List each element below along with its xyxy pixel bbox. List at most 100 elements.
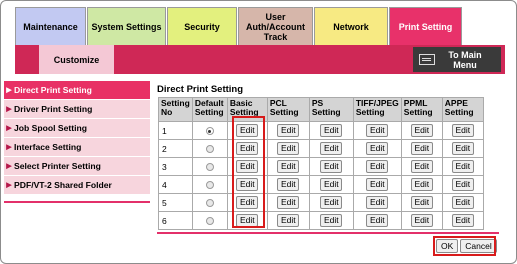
edit-ps-button[interactable]: Edit — [320, 142, 343, 155]
window-frame: Maintenance System Settings Security Use… — [0, 0, 517, 264]
column-header: PCL Setting — [266, 97, 310, 122]
table-row: 2 Edit Edit Edit Edit Edit Edit — [158, 139, 484, 158]
setting-number: 5 — [158, 193, 193, 212]
ps-setting-cell: Edit — [308, 193, 354, 212]
tab-label: System Settings — [91, 21, 162, 32]
ppml-setting-cell: Edit — [400, 139, 443, 158]
edit-pcl-button[interactable]: Edit — [277, 214, 300, 227]
tab-network[interactable]: Network — [314, 7, 388, 45]
column-header: Setting No — [158, 97, 193, 122]
edit-appe-button[interactable]: Edit — [451, 214, 474, 227]
menu-item-driver-print-setting[interactable]: ▶ Driver Print Setting — [4, 100, 150, 119]
edit-pcl-button[interactable]: Edit — [277, 160, 300, 173]
edit-appe-button[interactable]: Edit — [451, 124, 474, 137]
appe-setting-cell: Edit — [441, 175, 484, 194]
tab-print-setting[interactable]: Print Setting — [389, 7, 462, 45]
tab-security[interactable]: Security — [167, 7, 237, 45]
edit-ps-button[interactable]: Edit — [320, 196, 343, 209]
to-main-menu-button[interactable]: To Main Menu — [413, 47, 501, 72]
pcl-setting-cell: Edit — [266, 139, 310, 158]
tab-system-settings[interactable]: System Settings — [87, 7, 166, 45]
tab-label: Print Setting — [398, 21, 453, 32]
edit-tiff-jpeg-button[interactable]: Edit — [366, 214, 389, 227]
default-setting-radio[interactable] — [205, 145, 214, 154]
default-setting-cell — [191, 139, 228, 158]
customize-tab[interactable]: Customize — [39, 45, 114, 74]
tiff-jpeg-setting-cell: Edit — [352, 211, 402, 230]
edit-tiff-jpeg-button[interactable]: Edit — [366, 178, 389, 191]
edit-ppml-button[interactable]: Edit — [410, 142, 433, 155]
table-body: 1 Edit Edit Edit Edit Edit Edit 2 Edit Edit Edit Ed… — [158, 121, 484, 230]
default-setting-radio[interactable] — [205, 163, 214, 172]
edit-ppml-button[interactable]: Edit — [410, 196, 433, 209]
column-header: PS Setting — [308, 97, 354, 122]
edit-tiff-jpeg-button[interactable]: Edit — [366, 160, 389, 173]
edit-ps-button[interactable]: Edit — [320, 124, 343, 137]
setting-number: 2 — [158, 139, 193, 158]
setting-number: 4 — [158, 175, 193, 194]
edit-appe-button[interactable]: Edit — [451, 142, 474, 155]
menu-item-select-printer-setting[interactable]: ▶ Select Printer Setting — [4, 157, 150, 176]
side-menu: ▶ Direct Print Setting ▶ Driver Print Sett… — [4, 81, 150, 195]
edit-tiff-jpeg-button[interactable]: Edit — [366, 196, 389, 209]
tab-user-auth-account-track[interactable]: User Auth/Account Track — [238, 7, 313, 45]
pcl-setting-cell: Edit — [266, 175, 310, 194]
default-setting-radio[interactable] — [205, 127, 214, 136]
menu-item-job-spool-setting[interactable]: ▶ Job Spool Setting — [4, 119, 150, 138]
footer-buttons-highlight — [433, 236, 496, 256]
edit-pcl-button[interactable]: Edit — [277, 178, 300, 191]
menu-item-pdf-vt2-shared-folder[interactable]: ▶ PDF/VT-2 Shared Folder — [4, 176, 150, 195]
edit-appe-button[interactable]: Edit — [451, 196, 474, 209]
menu-item-direct-print-setting[interactable]: ▶ Direct Print Setting — [4, 81, 150, 100]
tiff-jpeg-setting-cell: Edit — [352, 157, 402, 176]
menu-item-label: Driver Print Setting — [14, 104, 93, 114]
default-setting-cell — [191, 193, 228, 212]
edit-appe-button[interactable]: Edit — [451, 160, 474, 173]
edit-ps-button[interactable]: Edit — [320, 214, 343, 227]
menu-item-interface-setting[interactable]: ▶ Interface Setting — [4, 138, 150, 157]
edit-tiff-jpeg-button[interactable]: Edit — [366, 124, 389, 137]
setting-number: 3 — [158, 157, 193, 176]
menu-item-label: Job Spool Setting — [14, 123, 88, 133]
edit-appe-button[interactable]: Edit — [451, 178, 474, 191]
tiff-jpeg-setting-cell: Edit — [352, 139, 402, 158]
default-setting-radio[interactable] — [205, 217, 214, 226]
edit-ppml-button[interactable]: Edit — [410, 160, 433, 173]
appe-setting-cell: Edit — [441, 157, 484, 176]
column-header: TIFF/JPEG Setting — [352, 97, 402, 122]
default-setting-radio[interactable] — [205, 181, 214, 190]
tab-label: Maintenance — [23, 21, 78, 32]
sub-navigation-bar: Customize To Main Menu — [15, 45, 505, 74]
edit-pcl-button[interactable]: Edit — [277, 124, 300, 137]
ps-setting-cell: Edit — [308, 175, 354, 194]
direct-print-settings-table: Setting No Default Setting Basic Setting… — [158, 97, 484, 230]
table-header-row: Setting No Default Setting Basic Setting… — [158, 97, 484, 122]
arrow-right-icon: ▶ — [6, 144, 12, 151]
monitor-icon — [419, 54, 435, 65]
edit-pcl-button[interactable]: Edit — [277, 142, 300, 155]
page-title: Direct Print Setting — [157, 84, 244, 95]
default-setting-radio[interactable] — [205, 199, 214, 208]
appe-setting-cell: Edit — [441, 121, 484, 140]
menu-item-label: Interface Setting — [14, 142, 82, 152]
pcl-setting-cell: Edit — [266, 157, 310, 176]
table-row: 1 Edit Edit Edit Edit Edit Edit — [158, 121, 484, 140]
edit-pcl-button[interactable]: Edit — [277, 196, 300, 209]
edit-ppml-button[interactable]: Edit — [410, 178, 433, 191]
tab-maintenance[interactable]: Maintenance — [15, 7, 86, 45]
edit-ppml-button[interactable]: Edit — [410, 124, 433, 137]
column-header: PPML Setting — [400, 97, 443, 122]
default-setting-cell — [191, 121, 228, 140]
ppml-setting-cell: Edit — [400, 157, 443, 176]
edit-tiff-jpeg-button[interactable]: Edit — [366, 142, 389, 155]
table-row: 4 Edit Edit Edit Edit Edit Edit — [158, 175, 484, 194]
table-row: 3 Edit Edit Edit Edit Edit Edit — [158, 157, 484, 176]
basic-setting-highlight — [232, 116, 265, 228]
edit-ppml-button[interactable]: Edit — [410, 214, 433, 227]
menu-bottom-rule — [4, 201, 150, 203]
tab-label: Security — [184, 21, 220, 32]
edit-ps-button[interactable]: Edit — [320, 160, 343, 173]
arrow-right-icon: ▶ — [6, 163, 12, 170]
pcl-setting-cell: Edit — [266, 121, 310, 140]
edit-ps-button[interactable]: Edit — [320, 178, 343, 191]
